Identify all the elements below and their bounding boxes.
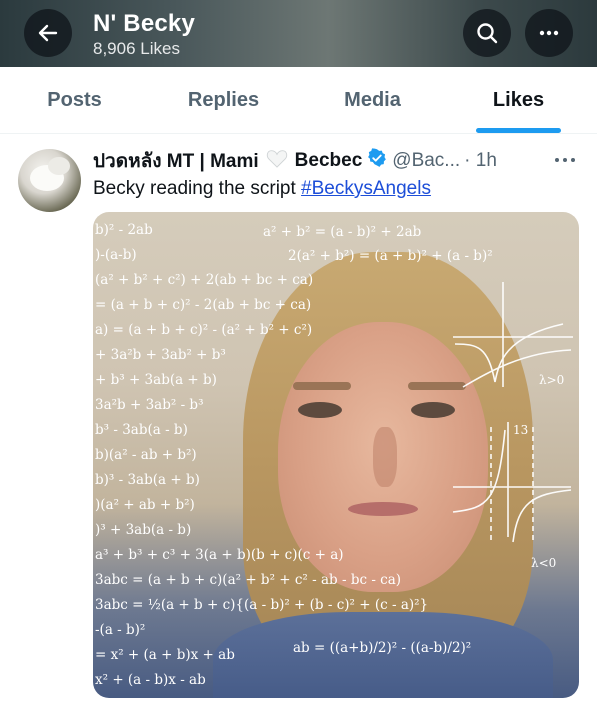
math-formula: )³ + 3ab(a - b)	[95, 522, 191, 538]
tweet-media-image[interactable]: b)² - 2ab )-(a-b) (a² + b² + c²) + 2(ab + …	[93, 212, 579, 698]
tab-posts[interactable]: Posts	[0, 67, 149, 134]
graph-label: λ>0	[539, 373, 564, 387]
tab-likes[interactable]: Likes	[447, 67, 590, 134]
math-formula: 3abc = (a + b + c)(a² + b² + c² - ab - b…	[95, 572, 401, 588]
math-formula: b³ - 3ab(a - b)	[95, 422, 188, 438]
math-overlay: b)² - 2ab )-(a-b) (a² + b² + c²) + 2(ab + …	[95, 222, 573, 688]
tweet-time[interactable]: · 1h	[464, 150, 497, 172]
math-formula: a³ + b³ + c³ + 3(a + b)(b + c)(c + a)	[95, 547, 344, 563]
math-formula: a² + b² = (a - b)² + 2ab	[263, 224, 421, 240]
math-formula: = x² + (a + b)x + ab	[95, 647, 235, 663]
math-formula: b)² - 2ab	[95, 222, 153, 238]
tab-replies[interactable]: Replies	[149, 67, 298, 134]
math-formula: b)³ - 3ab(a + b)	[95, 472, 200, 488]
math-formula: + 3a²b + 3ab² + b³	[95, 347, 226, 363]
tweet-header: ปวดหลัง MT | Mami Becbec @Bac... · 1h	[93, 148, 497, 174]
math-formula: (a² + b² + c²) + 2(ab + bc + ca)	[95, 272, 313, 288]
verified-badge-icon	[367, 148, 387, 174]
user-handle[interactable]: @Bac...	[392, 150, 460, 172]
profile-tabs: Posts Replies Media Likes	[0, 67, 597, 134]
active-tab-indicator	[476, 128, 561, 133]
math-formula: 3abc = ½(a + b + c){(a - b)² + (b - c)² …	[95, 597, 428, 613]
math-formula: 2(a² + b²) = (a + b)² + (a - b)²	[288, 248, 493, 264]
more-button[interactable]	[525, 9, 573, 57]
likes-count: 8,906 Likes	[93, 39, 180, 58]
white-heart-icon	[266, 148, 288, 174]
search-button[interactable]	[463, 9, 511, 57]
math-formula: )-(a-b)	[95, 247, 137, 263]
display-name-suffix[interactable]: Becbec	[295, 150, 363, 172]
math-formula: = (a + b + c)² - 2(ab + bc + ca)	[95, 297, 311, 313]
hashtag-link[interactable]: #BeckysAngels	[301, 178, 431, 199]
profile-header: N' Becky 8,906 Likes	[0, 0, 597, 67]
more-horizontal-icon	[555, 158, 575, 162]
profile-name: N' Becky	[93, 10, 196, 37]
math-formula: b)(a² - ab + b²)	[95, 447, 197, 463]
tweet-more-button[interactable]	[553, 150, 577, 175]
avatar[interactable]	[18, 149, 81, 212]
tweet-text: Becky reading the script #BeckysAngels	[93, 178, 431, 200]
more-horizontal-icon	[539, 30, 559, 36]
arrow-left-icon	[38, 24, 58, 42]
math-formula: -(a - b)²	[95, 622, 145, 638]
math-formula: ab = ((a+b)/2)² - ((a-b)/2)²	[293, 640, 471, 656]
graph-label: λ<0	[531, 556, 556, 570]
tweet-text-body: Becky reading the script	[93, 178, 302, 199]
math-formula: )(a² + ab + b²)	[95, 497, 195, 513]
graph-label: 13	[513, 423, 528, 437]
tab-media[interactable]: Media	[298, 67, 447, 134]
display-name[interactable]: ปวดหลัง MT | Mami	[93, 146, 259, 176]
back-button[interactable]	[24, 9, 72, 57]
math-formula: x² + (a - b)x - ab	[95, 672, 206, 688]
math-formula: 3a²b + 3ab² - b³	[95, 397, 203, 413]
math-formula: + b³ + 3ab(a + b)	[95, 372, 217, 388]
search-icon	[477, 23, 498, 44]
math-formula: a) = (a + b + c)² - (a² + b² + c²)	[95, 322, 312, 338]
